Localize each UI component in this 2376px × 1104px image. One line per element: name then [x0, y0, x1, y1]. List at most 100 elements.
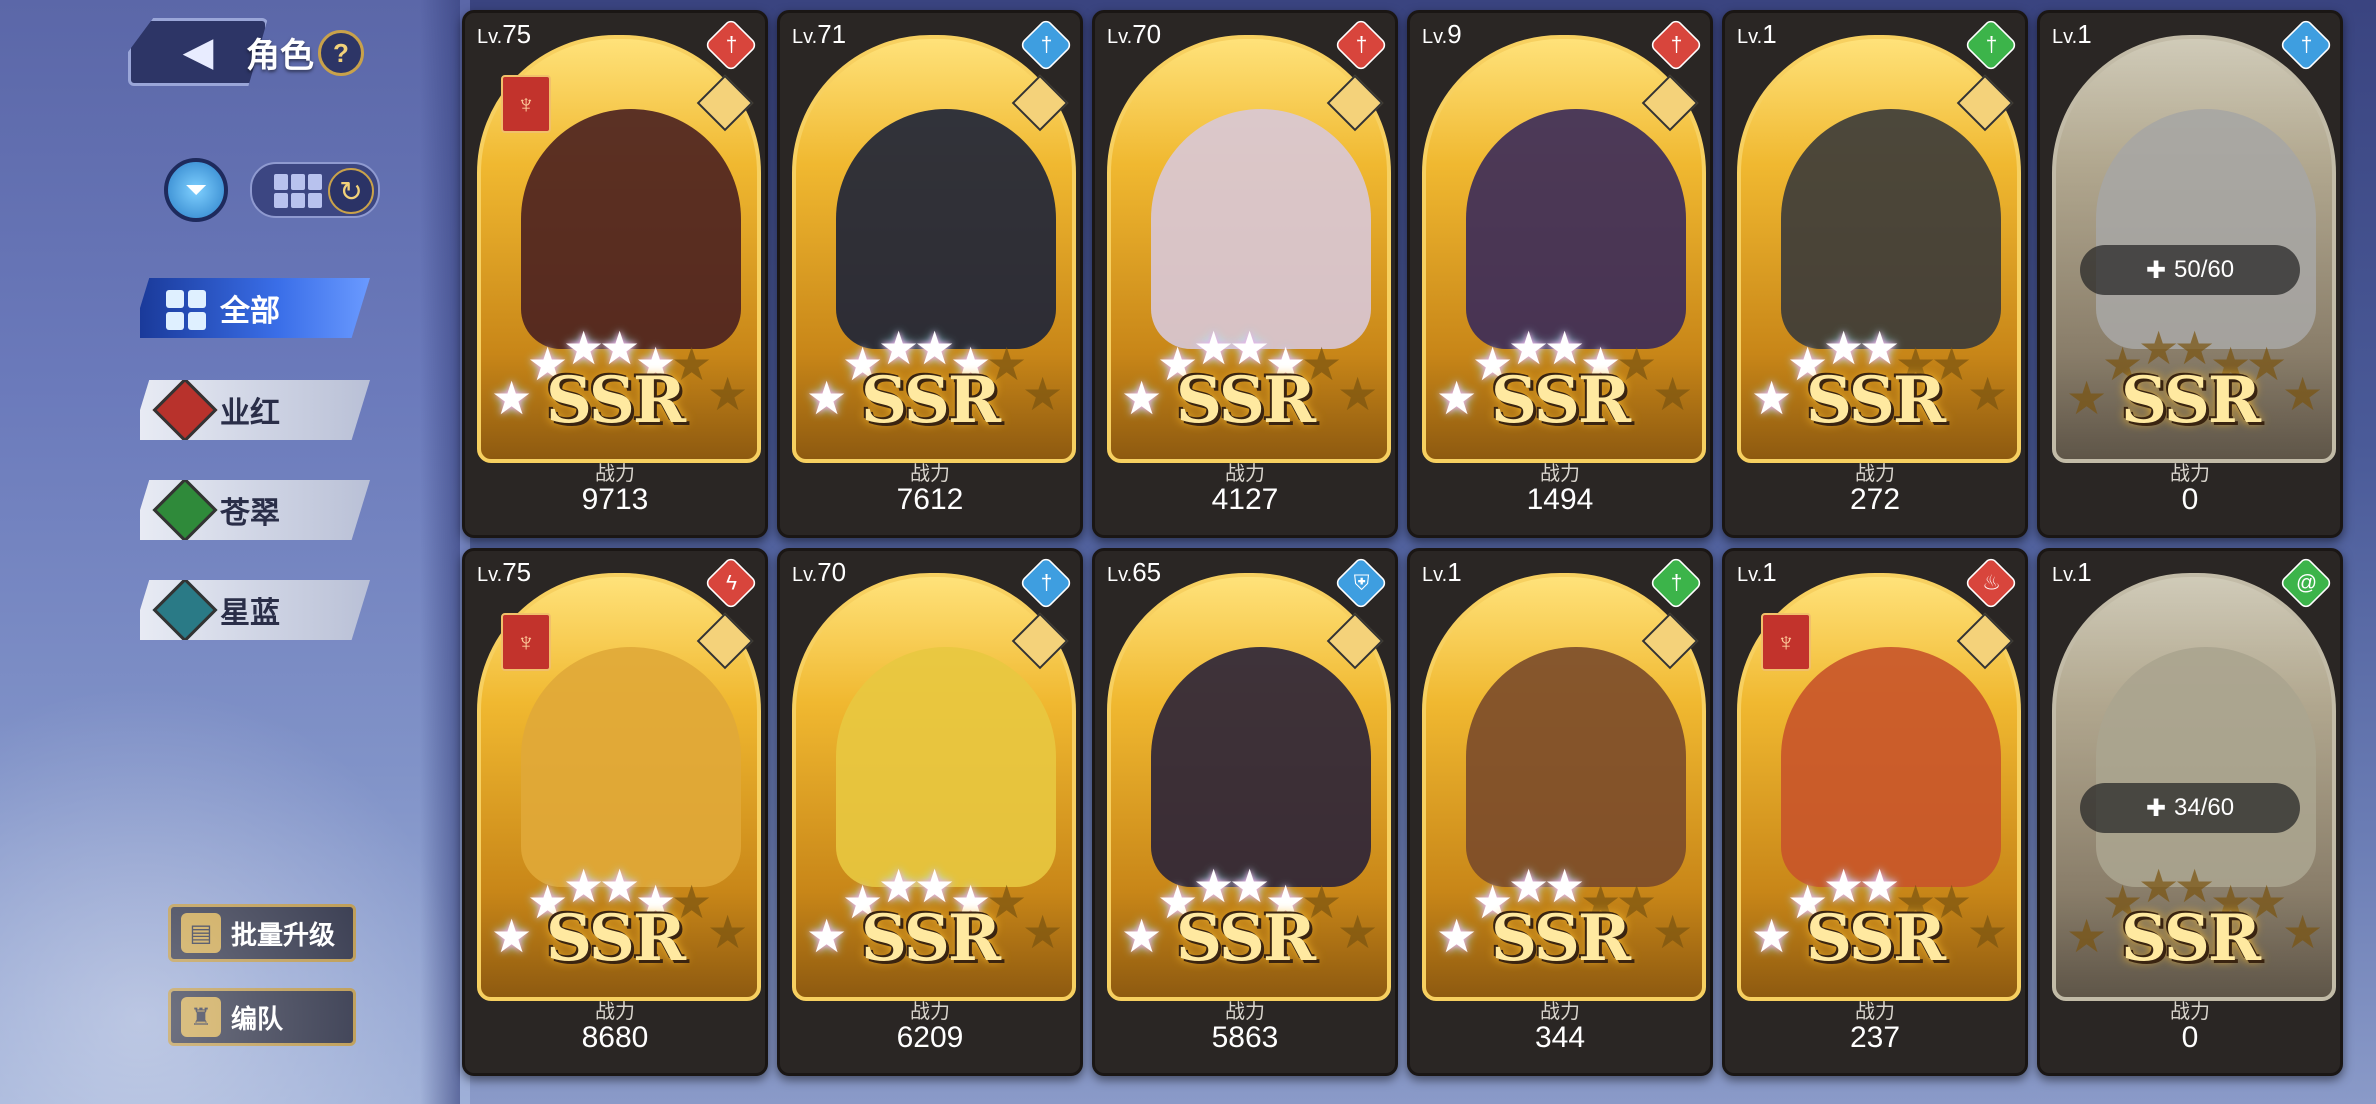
character-card[interactable]: Lv.70 † ★ ★ ★ ★ ★ ★ ★ SSR 战力 6209 — [777, 548, 1083, 1076]
teal-gem-icon — [152, 580, 218, 640]
grid-view-icon[interactable] — [274, 174, 322, 208]
tab-label: 全部 — [220, 295, 280, 328]
character-card[interactable]: Lv.1 ♨ ♆ ★ ★ ★ ★ ★ ★ ★ SSR 战力 237 — [1722, 548, 2028, 1076]
level-value: 1 — [1762, 557, 1777, 587]
empty-star-icon: ★ — [1337, 906, 1379, 958]
faction-badge-icon: ♆ — [501, 613, 551, 671]
element-badge: † — [703, 17, 759, 73]
level-prefix: Lv. — [1737, 564, 1763, 586]
level-prefix: Lv. — [792, 26, 818, 48]
tab-label: 苍翠 — [220, 497, 280, 530]
tab-label: 业红 — [220, 397, 280, 430]
fragment-counter: ✚ 50/60 — [2080, 245, 2300, 295]
power-label: 战力 — [1855, 463, 1895, 485]
rarity-label: SSR — [1805, 901, 1946, 976]
power-value: 4127 — [1211, 483, 1279, 516]
level-value: 75 — [502, 19, 532, 49]
batch-upgrade-button[interactable]: ▤ 批量升级 — [168, 904, 356, 962]
level-label: Lv.70 — [792, 557, 846, 588]
sidebar: ◀ 角色 ? ⏷ ↻ 全部 业红 苍翠 星蓝 ▤ 批量升级 ♜ 编队 — [0, 0, 470, 1104]
element-badge: † — [2278, 17, 2334, 73]
character-card[interactable]: Lv.9 † ★ ★ ★ ★ ★ ★ ★ SSR 战力 1494 — [1407, 10, 1713, 538]
power-label: 战力 — [2170, 463, 2210, 485]
level-value: 70 — [1132, 19, 1162, 49]
power-value: 8680 — [581, 1021, 649, 1054]
puzzle-icon: ✚ — [2145, 794, 2167, 822]
level-label: Lv.1 — [2052, 557, 2092, 588]
character-card[interactable]: Lv.1 † ★ ★ ★ ★ ★ ★ ★ SSR 战力 272 — [1722, 10, 2028, 538]
sort-toggle-icon[interactable]: ↻ — [328, 168, 374, 214]
faction-badge-icon: ♆ — [501, 75, 551, 133]
tab-all[interactable]: 全部 — [140, 278, 370, 338]
empty-star-icon: ★ — [2282, 906, 2324, 958]
character-card[interactable]: Lv.1 † ★ ★ ★ ★ ★ ★ ★ SSR 战力 344 — [1407, 548, 1713, 1076]
red-gem-icon — [152, 380, 218, 440]
rarity-label: SSR — [2120, 901, 2261, 976]
sword-icon: † — [1355, 32, 1368, 57]
power-value: 0 — [2181, 1021, 2199, 1054]
character-card[interactable]: Lv.65 ⛨ ★ ★ ★ ★ ★ ★ ★ SSR 战力 5863 — [1092, 548, 1398, 1076]
power-label: 战力 — [595, 1001, 635, 1023]
level-label: Lv.71 — [792, 19, 846, 50]
level-prefix: Lv. — [477, 26, 503, 48]
green-gem-icon — [152, 480, 218, 540]
fragment-value: 34/60 — [2174, 794, 2235, 821]
power-value: 344 — [1534, 1021, 1586, 1054]
level-prefix: Lv. — [1107, 564, 1133, 586]
back-arrow-icon: ◀ — [182, 30, 214, 74]
power-label: 战力 — [1225, 1001, 1265, 1023]
help-button[interactable]: ? — [318, 30, 364, 76]
power-label: 战力 — [2170, 1001, 2210, 1023]
power-value: 272 — [1849, 483, 1901, 516]
level-label: Lv.1 — [1737, 557, 1777, 588]
level-label: Lv.1 — [1422, 557, 1462, 588]
tab-blue[interactable]: 星蓝 — [140, 580, 370, 640]
all-grid-icon — [166, 290, 206, 330]
character-card[interactable]: Lv.70 † ★ ★ ★ ★ ★ ★ ★ SSR 战力 4127 — [1092, 10, 1398, 538]
character-card[interactable]: Lv.1 @ ★ ★ ★ ★ ★ ★ ★ SSR ✚ 34/60 战力 0 — [2037, 548, 2343, 1076]
sword-icon: † — [1040, 32, 1053, 57]
tab-red[interactable]: 业红 — [140, 380, 370, 440]
level-prefix: Lv. — [477, 564, 503, 586]
view-toggle[interactable]: ↻ — [250, 162, 380, 218]
formation-icon: ♜ — [181, 997, 221, 1037]
power-value: 5863 — [1211, 1021, 1279, 1054]
character-card[interactable]: Lv.1 † ★ ★ ★ ★ ★ ★ ★ SSR ✚ 50/60 战力 0 — [2037, 10, 2343, 538]
tab-green[interactable]: 苍翠 — [140, 480, 370, 540]
element-badge: ♨ — [1963, 555, 2019, 611]
filter-button[interactable]: ⏷ — [164, 158, 228, 222]
empty-star-icon: ★ — [1967, 906, 2009, 958]
rarity-label: SSR — [545, 901, 686, 976]
power-value: 1494 — [1526, 483, 1594, 516]
level-prefix: Lv. — [2052, 26, 2078, 48]
fragment-value: 50/60 — [2174, 256, 2235, 283]
level-label: Lv.9 — [1422, 19, 1462, 50]
power-label: 战力 — [1540, 463, 1580, 485]
rarity-label: SSR — [1490, 363, 1631, 438]
element-badge: † — [1963, 17, 2019, 73]
element-badge: † — [1018, 17, 1074, 73]
level-label: Lv.1 — [1737, 19, 1777, 50]
level-value: 1 — [1762, 19, 1777, 49]
element-badge: † — [1648, 17, 1704, 73]
power-value: 6209 — [896, 1021, 964, 1054]
rarity-label: SSR — [1175, 363, 1316, 438]
character-card[interactable]: Lv.71 † ★ ★ ★ ★ ★ ★ ★ SSR 战力 7612 — [777, 10, 1083, 538]
power-value: 0 — [2181, 483, 2199, 516]
funnel-icon: ⏷ — [184, 173, 208, 205]
sidebar-edge — [420, 0, 460, 1104]
level-prefix: Lv. — [792, 564, 818, 586]
empty-star-icon: ★ — [1652, 906, 1694, 958]
team-button[interactable]: ♜ 编队 — [168, 988, 356, 1046]
level-prefix: Lv. — [1737, 26, 1763, 48]
power-label: 战力 — [910, 1001, 950, 1023]
level-value: 1 — [1447, 557, 1462, 587]
character-card[interactable]: Lv.75 † ♆ ★ ★ ★ ★ ★ ★ ★ SSR 战力 9713 — [462, 10, 768, 538]
power-value: 9713 — [581, 483, 649, 516]
sword-icon: † — [725, 32, 738, 57]
character-card[interactable]: Lv.75 ϟ ♆ ★ ★ ★ ★ ★ ★ ★ SSR 战力 8680 — [462, 548, 768, 1076]
empty-star-icon: ★ — [1022, 368, 1064, 420]
sword-icon: † — [1985, 32, 1998, 57]
level-prefix: Lv. — [1422, 26, 1448, 48]
tab-label: 星蓝 — [220, 597, 280, 630]
